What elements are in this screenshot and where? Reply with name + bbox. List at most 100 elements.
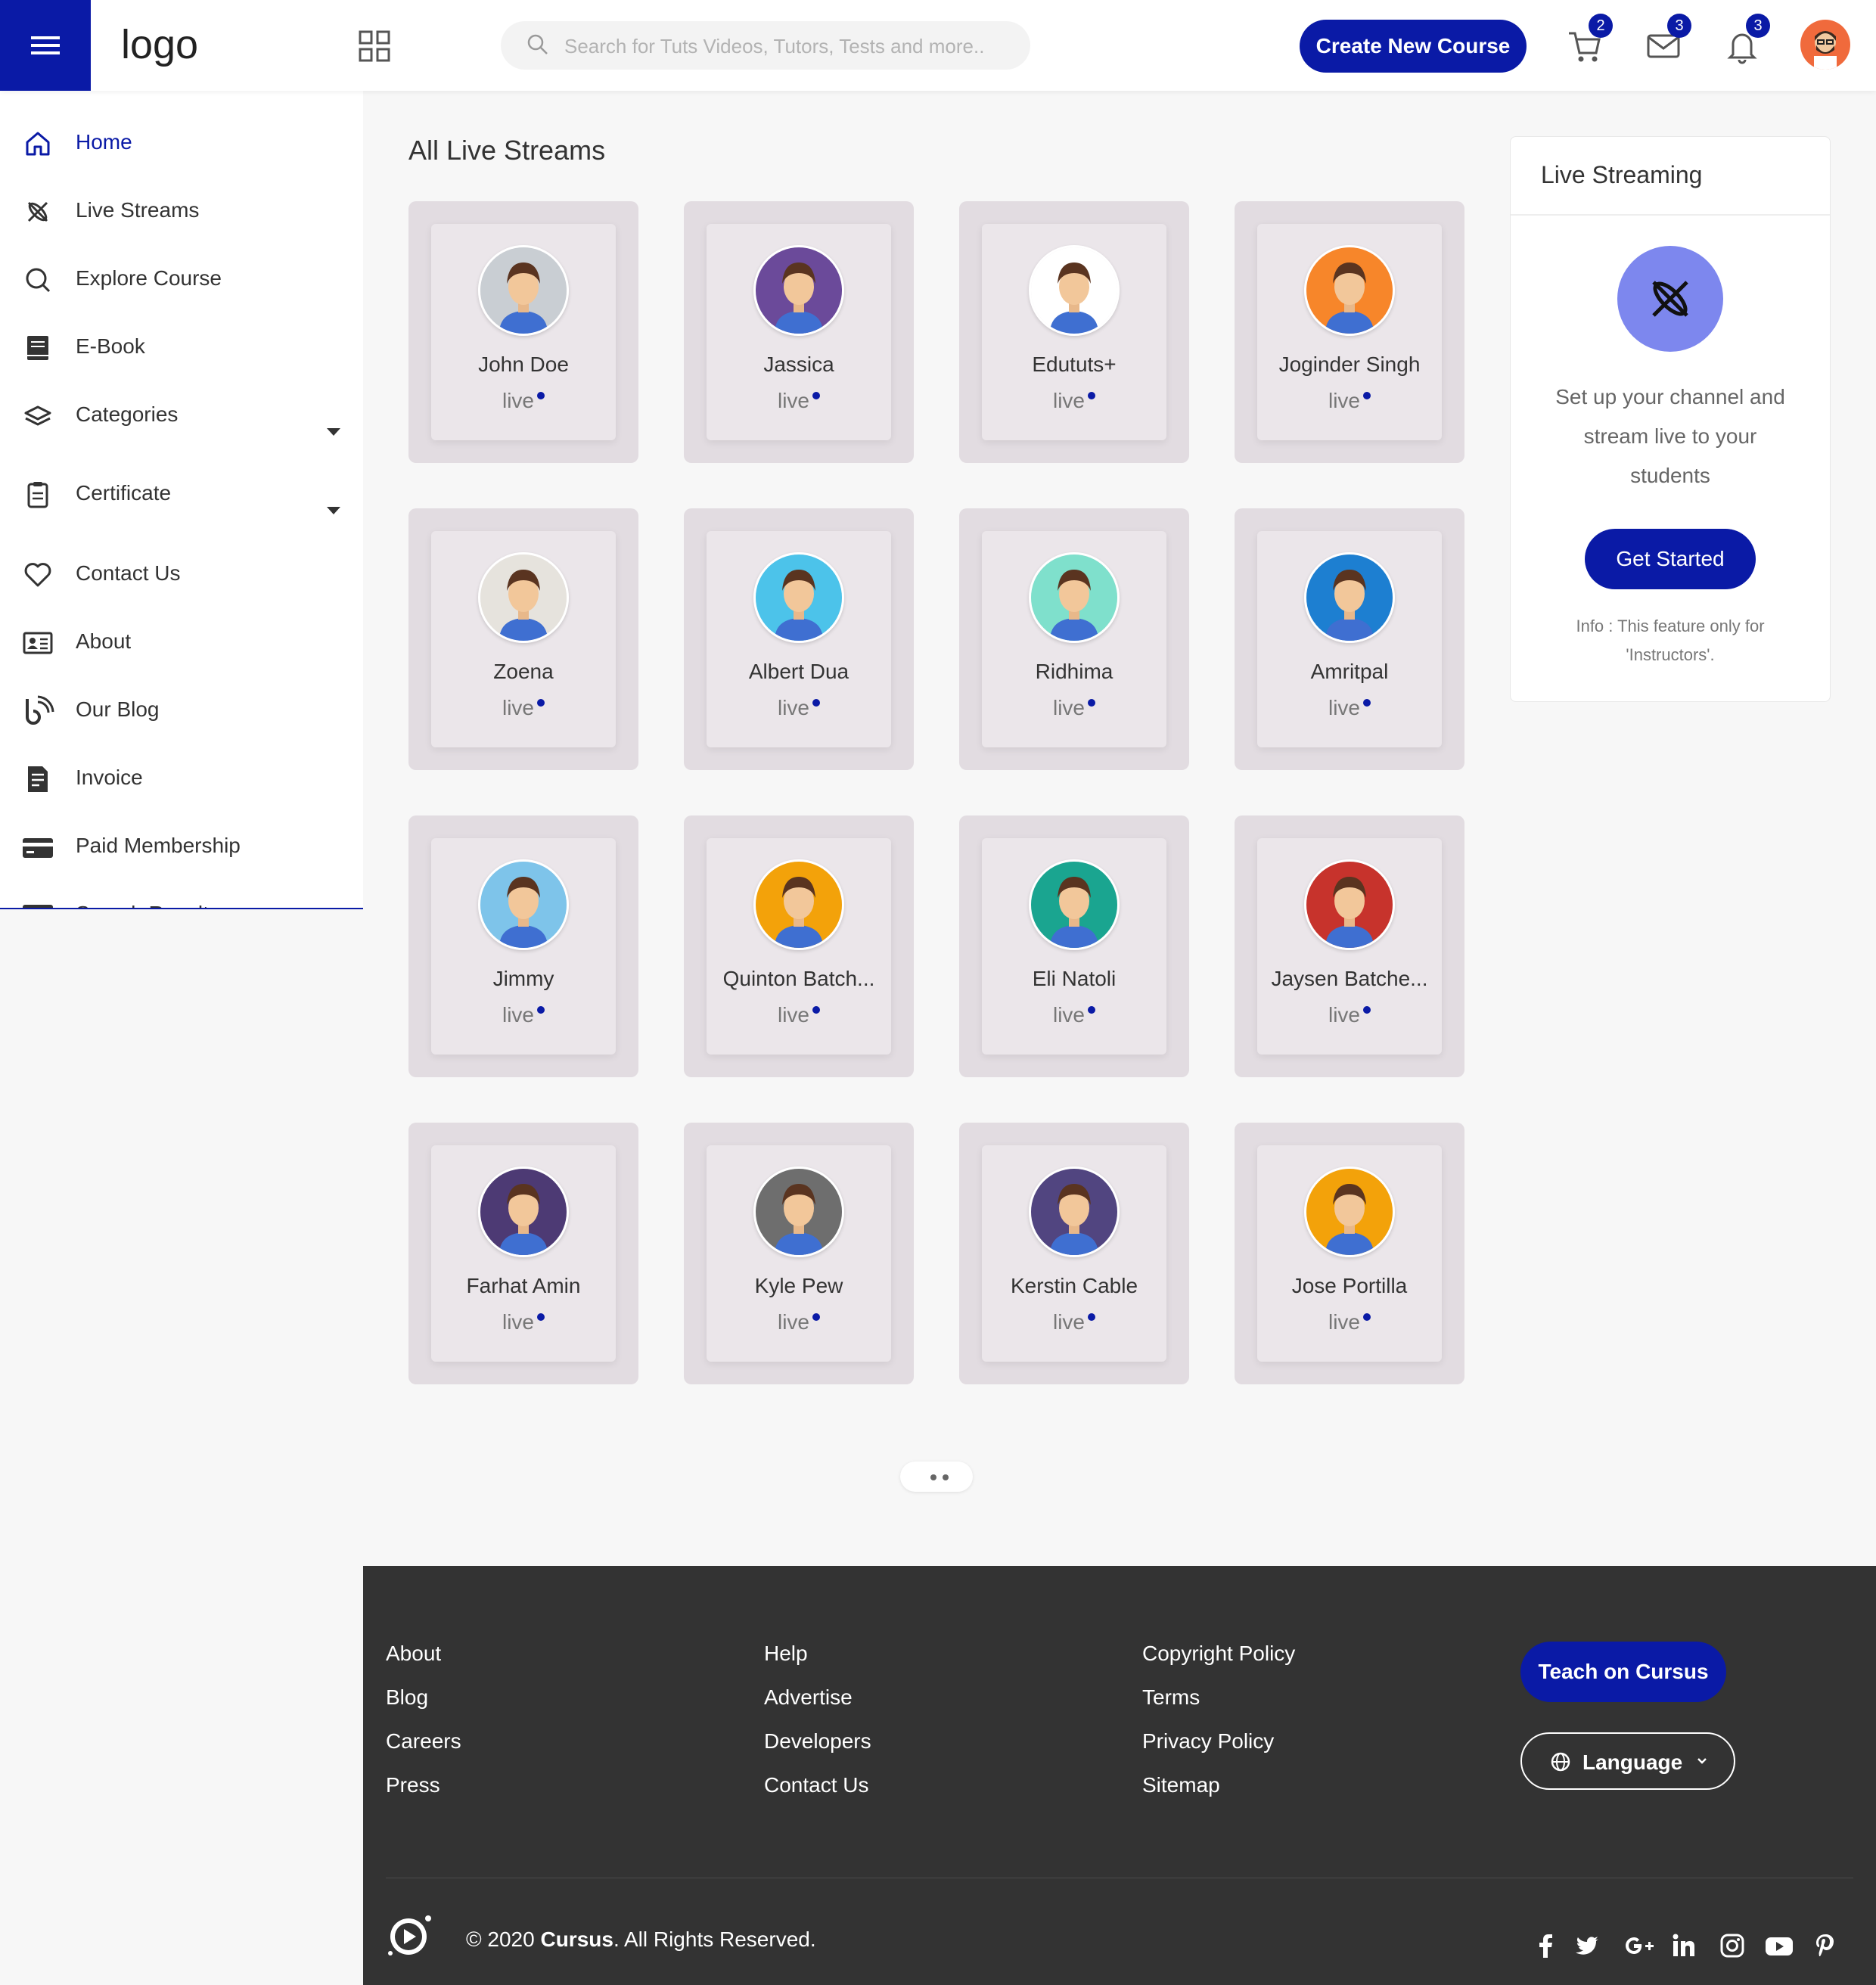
streamer-avatar[interactable] (1304, 859, 1395, 950)
chevron-down-icon[interactable] (327, 507, 340, 514)
streamer-name[interactable]: John Doe (431, 353, 616, 377)
footer-link[interactable]: Terms (1142, 1685, 1200, 1710)
stream-card[interactable]: Eli Natoli live (959, 815, 1189, 1077)
create-new-course-button[interactable]: Create New Course (1300, 20, 1527, 73)
copyright-brand[interactable]: Cursus (540, 1928, 613, 1951)
live-label: live (502, 1310, 534, 1334)
streamer-avatar[interactable] (1304, 1166, 1395, 1257)
footer-link[interactable]: Copyright Policy (1142, 1642, 1295, 1666)
sidebar-item-live-streams[interactable]: Live Streams (0, 185, 363, 238)
stream-card[interactable]: Jimmy live (408, 815, 638, 1077)
logo[interactable]: logo (121, 21, 198, 68)
streamer-name[interactable]: Edututs+ (982, 353, 1166, 377)
streamer-avatar[interactable] (1029, 245, 1120, 336)
footer-link[interactable]: Contact Us (764, 1773, 869, 1797)
stream-card[interactable]: Zoena live (408, 508, 638, 770)
stream-card[interactable]: Edututs+ live (959, 201, 1189, 463)
sidebar-item-paid-membership[interactable]: Paid Membership (0, 820, 363, 873)
footer-link[interactable]: Advertise (764, 1685, 853, 1710)
sidebar-item-invoice[interactable]: Invoice (0, 752, 363, 805)
youtube-icon[interactable] (1764, 1932, 1794, 1959)
sidebar-item-certificate[interactable]: Certificate (0, 468, 363, 546)
footer-link[interactable]: Developers (764, 1729, 871, 1754)
streamer-avatar[interactable] (478, 245, 569, 336)
footer-link[interactable]: Sitemap (1142, 1773, 1220, 1797)
sidebar-item-about[interactable]: About (0, 616, 363, 669)
stream-card[interactable]: Quinton Batch... live (684, 815, 914, 1077)
streamer-name[interactable]: Kyle Pew (707, 1274, 891, 1298)
streamer-avatar[interactable] (478, 859, 569, 950)
sidebar-item-our-blog[interactable]: Our Blog (0, 684, 363, 737)
menu-toggle-button[interactable] (0, 0, 91, 91)
streamer-avatar[interactable] (1029, 859, 1120, 950)
stream-card[interactable]: Amritpal live (1235, 508, 1464, 770)
live-label: live (502, 389, 534, 412)
streamer-avatar[interactable] (1029, 552, 1120, 643)
sidebar-item-contact-us[interactable]: Contact Us (0, 548, 363, 601)
stream-card[interactable]: Jaysen Batche... live (1235, 815, 1464, 1077)
stream-card-inner: Ridhima live (982, 531, 1166, 747)
streamer-name[interactable]: Jose Portilla (1257, 1274, 1442, 1298)
streamer-name[interactable]: Jassica (707, 353, 891, 377)
stream-card[interactable]: Farhat Amin live (408, 1123, 638, 1384)
panel-description: Set up your channel and stream live to y… (1555, 385, 1785, 487)
footer-link[interactable]: Blog (386, 1685, 428, 1710)
stream-card[interactable]: Albert Dua live (684, 508, 914, 770)
sidebar-item-ebook[interactable]: E-Book (0, 321, 363, 374)
stream-card[interactable]: Ridhima live (959, 508, 1189, 770)
facebook-icon[interactable] (1533, 1932, 1560, 1959)
stream-card[interactable]: Kerstin Cable live (959, 1123, 1189, 1384)
load-more-indicator[interactable] (900, 1462, 973, 1492)
footer-link[interactable]: Help (764, 1642, 808, 1666)
grid-icon[interactable] (359, 30, 390, 62)
streamer-name[interactable]: Jaysen Batche... (1257, 967, 1442, 991)
stream-card[interactable]: Jose Portilla live (1235, 1123, 1464, 1384)
streamer-avatar[interactable] (478, 1166, 569, 1257)
chevron-down-icon[interactable] (327, 428, 340, 436)
streamer-name[interactable]: Joginder Singh (1257, 353, 1442, 377)
footer-link[interactable]: Privacy Policy (1142, 1729, 1274, 1754)
streamer-avatar[interactable] (753, 1166, 844, 1257)
streamer-avatar[interactable] (1304, 552, 1395, 643)
stream-card[interactable]: Kyle Pew live (684, 1123, 914, 1384)
streamer-name[interactable]: Eli Natoli (982, 967, 1166, 991)
language-button[interactable]: Language (1520, 1732, 1735, 1790)
streamer-name[interactable]: Jimmy (431, 967, 616, 991)
stream-card[interactable]: Jassica live (684, 201, 914, 463)
cart-button[interactable]: 2 (1566, 14, 1613, 65)
stream-card[interactable]: John Doe live (408, 201, 638, 463)
footer-link[interactable]: About (386, 1642, 441, 1666)
streamer-name[interactable]: Amritpal (1257, 660, 1442, 684)
streamer-name[interactable]: Farhat Amin (431, 1274, 616, 1298)
sidebar-item-home[interactable]: Home (0, 116, 363, 169)
footer-link[interactable]: Careers (386, 1729, 461, 1754)
live-dot-icon (537, 1006, 545, 1014)
streamer-avatar[interactable] (1304, 245, 1395, 336)
get-started-button[interactable]: Get Started (1585, 529, 1756, 589)
streamer-avatar[interactable] (753, 245, 844, 336)
twitter-icon[interactable] (1573, 1932, 1601, 1959)
footer-link[interactable]: Press (386, 1773, 440, 1797)
teach-on-cursus-button[interactable]: Teach on Cursus (1520, 1642, 1726, 1702)
streamer-name[interactable]: Ridhima (982, 660, 1166, 684)
google-plus-icon[interactable] (1623, 1932, 1657, 1959)
notifications-button[interactable]: 3 (1723, 14, 1770, 65)
search-input[interactable] (563, 21, 1005, 71)
streamer-avatar[interactable] (1029, 1166, 1120, 1257)
sidebar-item-categories[interactable]: Categories (0, 389, 363, 468)
instagram-icon[interactable] (1719, 1932, 1746, 1959)
pinterest-icon[interactable] (1814, 1932, 1837, 1959)
messages-button[interactable]: 3 (1645, 14, 1691, 65)
streamer-name[interactable]: Quinton Batch... (707, 967, 891, 991)
streamer-name[interactable]: Albert Dua (707, 660, 891, 684)
streamer-avatar[interactable] (478, 552, 569, 643)
streamer-name[interactable]: Zoena (431, 660, 616, 684)
linkedin-icon[interactable] (1670, 1932, 1697, 1959)
user-avatar[interactable] (1800, 20, 1850, 70)
sidebar-item-search-results[interactable]: Search Results (0, 888, 363, 908)
streamer-avatar[interactable] (753, 552, 844, 643)
streamer-avatar[interactable] (753, 859, 844, 950)
sidebar-item-explore-course[interactable]: Explore Course (0, 253, 363, 306)
streamer-name[interactable]: Kerstin Cable (982, 1274, 1166, 1298)
stream-card[interactable]: Joginder Singh live (1235, 201, 1464, 463)
